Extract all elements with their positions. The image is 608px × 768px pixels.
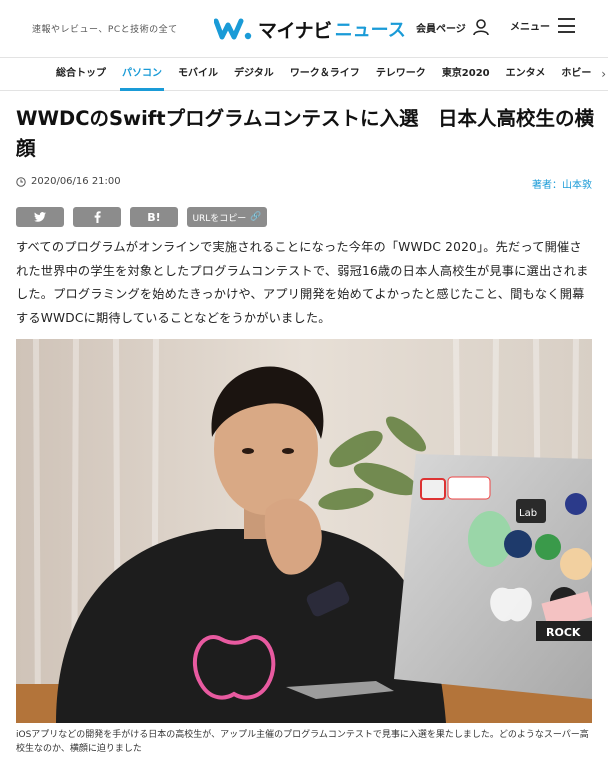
chevron-right-icon[interactable]: › xyxy=(601,67,606,81)
facebook-share-button[interactable] xyxy=(73,207,121,227)
nav-item[interactable]: 総合トップ xyxy=(48,58,114,91)
article-lead: すべてのプログラムがオンラインで実施されることになった今年の「WWDC 2020… xyxy=(16,240,589,325)
photo-caption: iOSアプリなどの開発を手がける日本の高校生が、アップル主催のプログラムコンテス… xyxy=(16,730,589,754)
nav-item[interactable]: ホビー xyxy=(553,58,599,91)
svg-text:ROCK: ROCK xyxy=(546,626,581,639)
category-nav-list: 総合トップ パソコン モバイル デジタル ワーク＆ライフ テレワーク 東京2020 エンタメホ… xyxy=(48,58,599,91)
article-author[interactable]: 著者：山本敦 xyxy=(532,176,592,191)
menu-label: メニュー xyxy=(510,22,550,33)
site-logo[interactable]: マイナビ ニュース xyxy=(214,14,406,44)
logo-mark-icon xyxy=(214,18,252,40)
nav-item[interactable]: エンタメ xyxy=(498,58,554,91)
hatena-label: B! xyxy=(147,210,161,224)
share-buttons: B! URLをコピー 🔗 xyxy=(16,207,276,227)
nav-item[interactable]: モバイル xyxy=(170,58,226,91)
user-icon xyxy=(473,19,489,36)
logo-text: マイナビ xyxy=(258,19,332,42)
nav-item[interactable]: デジタル xyxy=(226,58,282,91)
member-page-label: 会員ページ xyxy=(416,23,466,35)
twitter-icon xyxy=(34,212,46,222)
nav-item[interactable]: ワーク＆ライフ xyxy=(282,58,368,91)
article-meta: 2020/06/16 21:00 著者：山本敦 xyxy=(16,174,592,191)
article-photo: Lab ROCK xyxy=(16,339,592,723)
facebook-icon xyxy=(94,211,101,223)
nav-item[interactable]: テレワーク xyxy=(368,58,434,91)
hamburger-icon xyxy=(558,18,575,33)
clock-icon xyxy=(16,176,26,187)
student-with-laptop-image: Lab ROCK xyxy=(16,339,592,723)
site-header: 速報やレビュー、PCと技術の全て マイナビ ニュース 会員ページ メニュー xyxy=(0,0,608,58)
article-date: 2020/06/16 21:00 xyxy=(16,176,121,187)
category-nav: 総合トップ パソコン モバイル デジタル ワーク＆ライフ テレワーク 東京2020 エンタメホ… xyxy=(0,58,608,91)
url-copy-label: URLをコピー xyxy=(192,213,247,224)
link-icon: 🔗 xyxy=(250,212,262,222)
svg-text:Lab: Lab xyxy=(519,508,537,519)
logo-subtext: ニュース xyxy=(334,20,406,41)
member-page-link[interactable]: 会員ページ xyxy=(416,18,490,36)
menu-button[interactable]: メニュー xyxy=(510,18,575,33)
nav-item[interactable]: パソコン xyxy=(114,58,170,91)
twitter-share-button[interactable] xyxy=(16,207,64,227)
article-date-text: 2020/06/16 21:00 xyxy=(31,176,121,187)
url-copy-button[interactable]: URLをコピー 🔗 xyxy=(187,207,267,227)
hatena-share-button[interactable]: B! xyxy=(130,207,178,227)
nav-item[interactable]: 東京2020 xyxy=(434,58,498,91)
site-tagline: 速報やレビュー、PCと技術の全て xyxy=(32,25,178,35)
article-title: WWDCのSwiftプログラムコンテストに入選 日本人高校生の横顔 xyxy=(16,107,594,160)
